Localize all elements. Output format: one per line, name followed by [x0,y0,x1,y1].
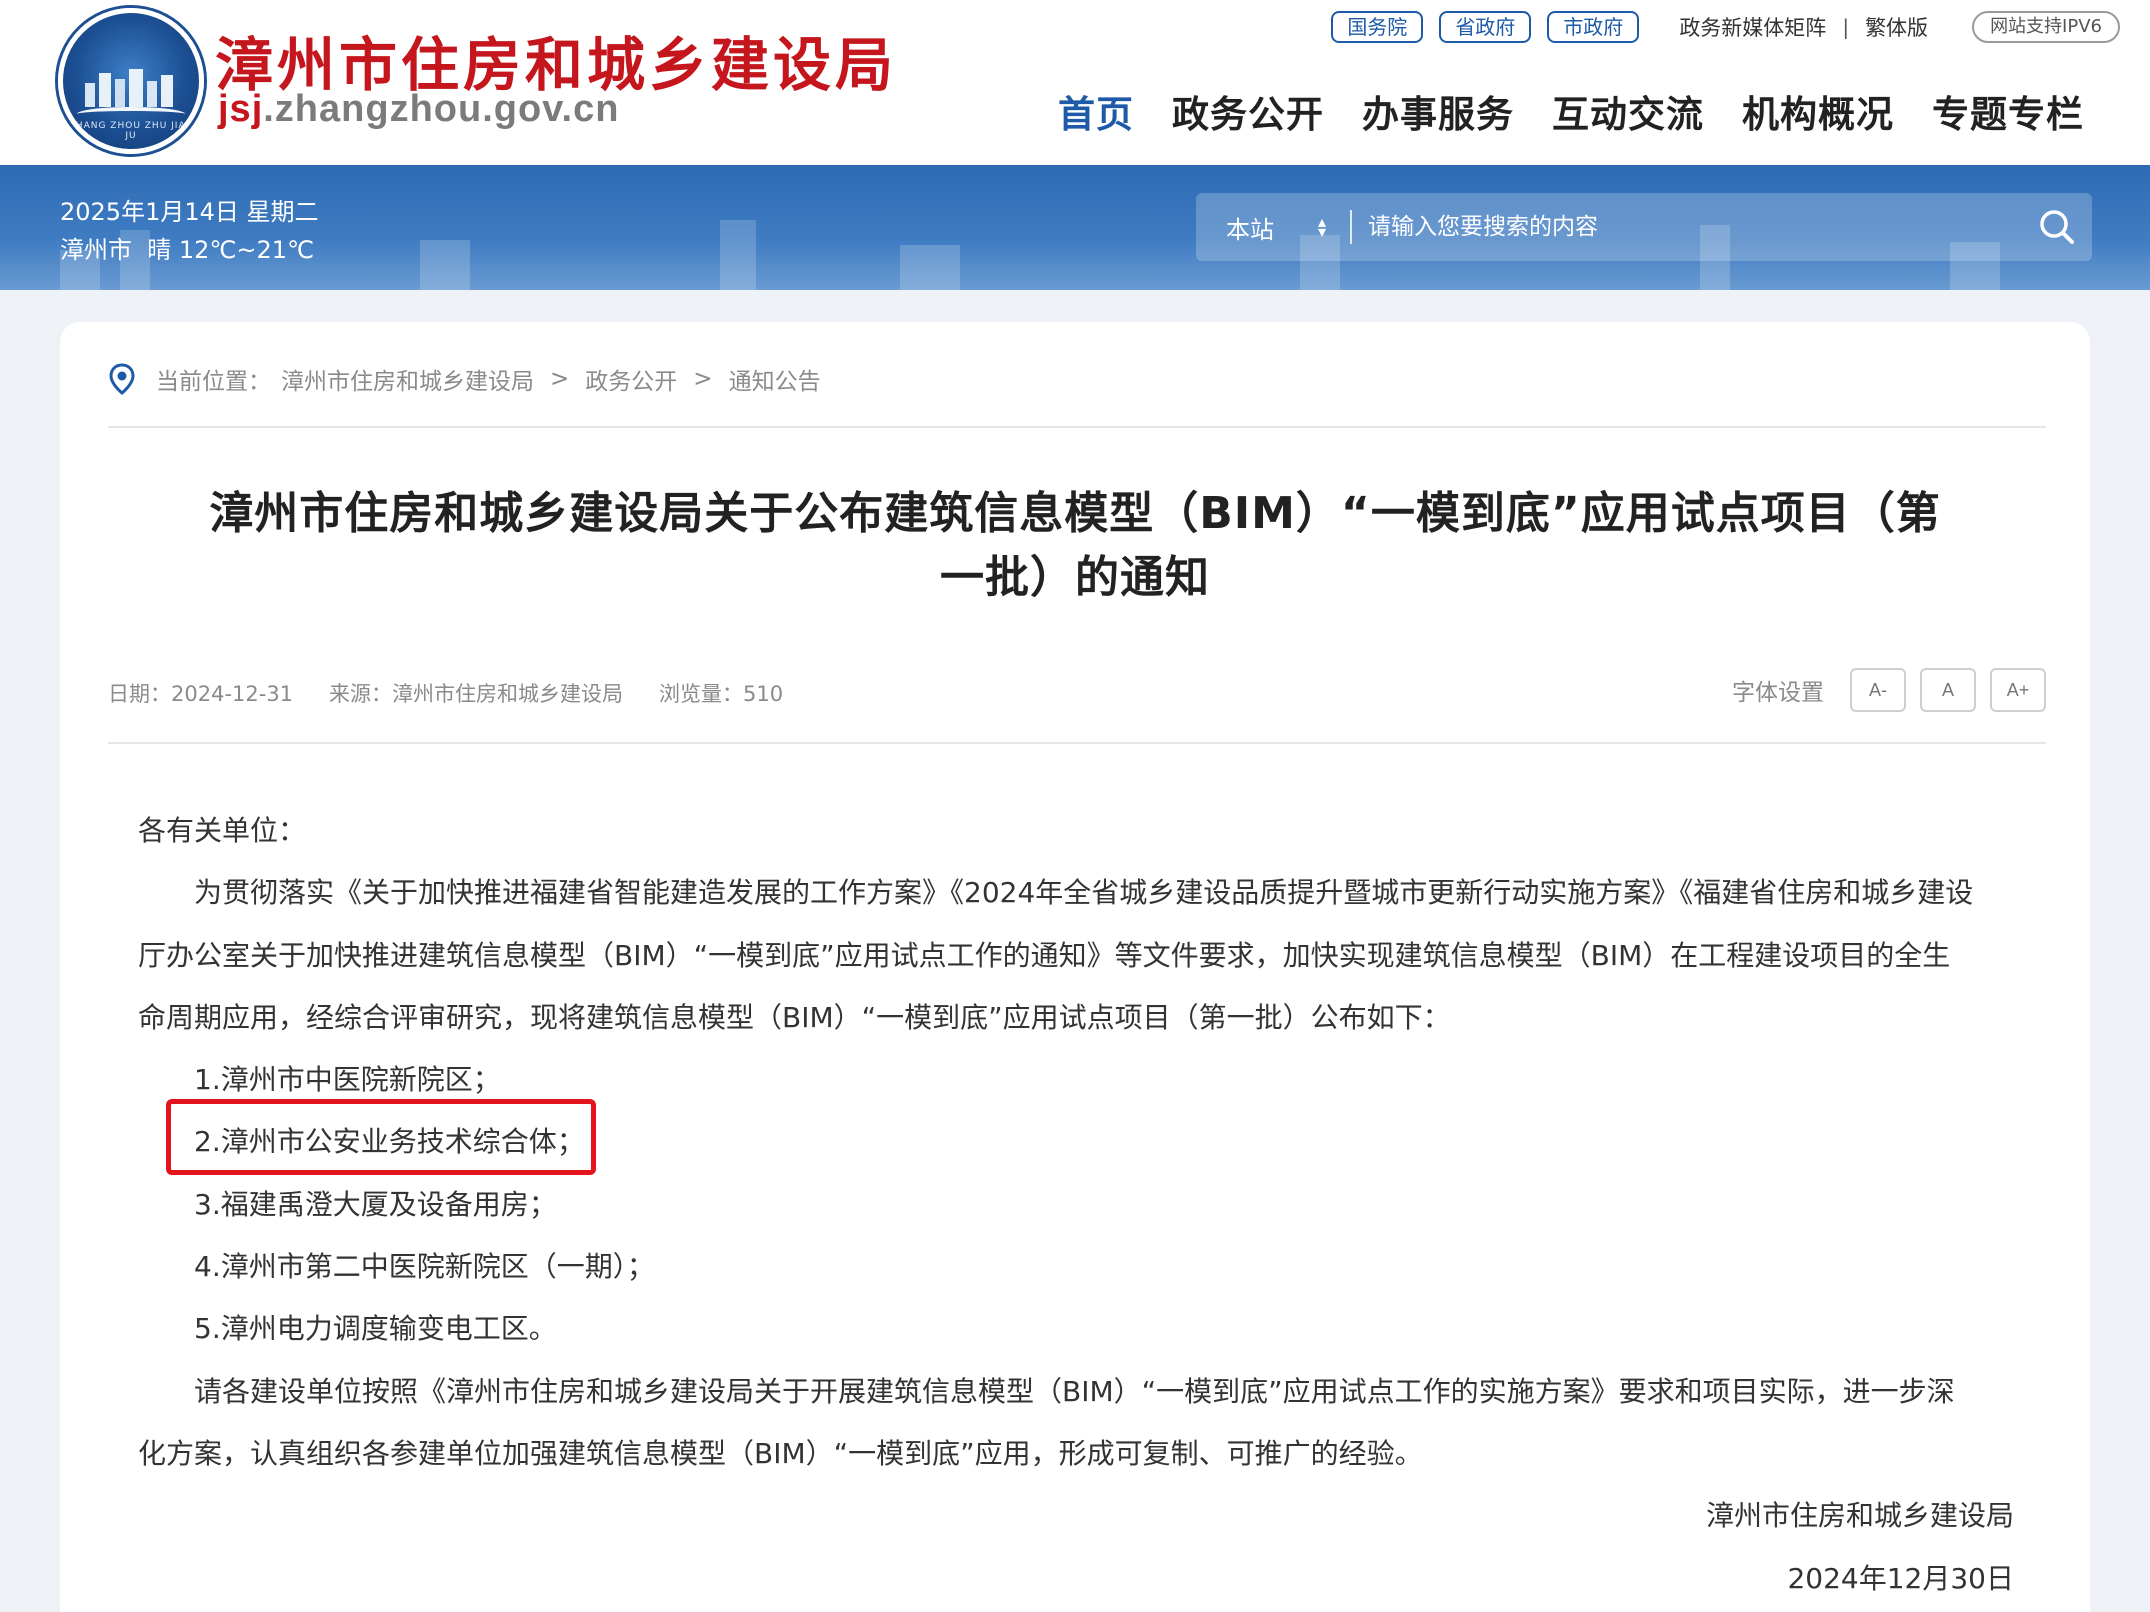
search-input[interactable] [1352,193,2022,261]
salutation: 各有关单位： [138,814,307,847]
search-icon [2040,210,2074,244]
site-domain: jsj.zhangzhou.gov.cn [218,88,619,131]
paragraph-2-line-1: 请各建设单位按照《漳州市住房和城乡建设局关于开展建筑信息模型（BIM）“一模到底… [194,1374,1955,1408]
paragraph-1-line-1: 为贯彻落实《关于加快推进福建省智能建造发展的工作方案》《2024年全省城乡建设品… [194,876,1974,910]
top-separator: | [1842,15,1850,39]
article-title: 漳州市住房和城乡建设局关于公布建筑信息模型（BIM）“一模到底”应用试点项目（第… [150,482,2000,610]
search-scope-value: 本站 [1226,215,1274,244]
project-item-5: 5.漳州电力调度输变电工区。 [194,1312,557,1346]
breadcrumb-separator: > [550,366,570,392]
search-button[interactable] [2022,193,2092,261]
emblem-bridge [77,107,185,121]
main-navigation: 首页 政务公开 办事服务 互动交流 机构概况 专题专栏 [1058,84,2084,138]
emblem-text: ZHANG ZHOU ZHU JIAN JU [68,121,194,141]
font-increase-button[interactable]: A+ [1990,668,2046,712]
article-card: 当前位置： 漳州市住房和城乡建设局 > 政务公开 > 通知公告 漳州市住房和城乡… [60,322,2090,1612]
breadcrumb-separator: > [693,366,713,392]
breadcrumb-item-home[interactable]: 漳州市住房和城乡建设局 [281,362,534,396]
emblem-skyline [81,69,181,107]
project-item-2: 2.漳州市公安业务技术综合体； [194,1125,585,1159]
domain-prefix: jsj [218,88,264,130]
paragraph-1-line-3: 命周期应用，经综合评审研究，现将建筑信息模型（BIM）“一模到底”应用试点项目（… [138,1000,1451,1034]
breadcrumb: 当前位置： 漳州市住房和城乡建设局 > 政务公开 > 通知公告 [108,362,821,396]
location-pin-icon [108,363,136,395]
current-date: 2025年1月14日 星期二 [60,198,319,226]
project-item-3: 3.福建禹澄大厦及设备用房； [194,1187,557,1221]
breadcrumb-item-government-affairs[interactable]: 政务公开 [585,362,677,396]
nav-services[interactable]: 办事服务 [1362,84,1514,138]
article-source: 来源：漳州市住房和城乡建设局 [329,682,624,706]
font-size-settings: 字体设置 A- A A+ [1732,668,2046,712]
search-box: 本站 ▴ ▾ [1196,193,2092,261]
link-provincial-gov[interactable]: 省政府 [1439,11,1532,43]
site-emblem-logo[interactable]: ZHANG ZHOU ZHU JIAN JU [58,8,204,154]
article-title-line1: 漳州市住房和城乡建设局关于公布建筑信息模型（BIM）“一模到底”应用试点项目（第 [209,488,1941,539]
top-links-bar: 国务院 省政府 市政府 政务新媒体矩阵 | 繁体版 网站支持IPV6 [1331,10,2120,44]
signature: 漳州市住房和城乡建设局 [1705,1499,2014,1533]
project-item-1: 1.漳州市中医院新院区； [194,1063,501,1097]
article-meta: 日期：2024-12-31 来源：漳州市住房和城乡建设局 浏览量：510 [108,678,783,708]
search-scope-select[interactable]: 本站 ▴ ▾ [1196,210,1352,244]
nav-organization[interactable]: 机构概况 [1742,84,1894,138]
domain-rest: .zhangzhou.gov.cn [263,88,620,130]
link-traditional-chinese[interactable]: 繁体版 [1865,12,1928,42]
date-weather: 2025年1月14日 星期二 漳州市 晴 12℃~21℃ [60,193,319,269]
article-body: 各有关单位： 为贯彻落实《关于加快推进福建省智能建造发展的工作方案》《2024年… [138,800,2014,1610]
font-default-button[interactable]: A [1920,668,1976,712]
font-setting-label: 字体设置 [1732,680,1824,706]
nav-government-affairs[interactable]: 政务公开 [1172,84,1324,138]
nav-special-topics[interactable]: 专题专栏 [1932,84,2084,138]
paragraph-2-line-2: 化方案，认真组织各参建单位加强建筑信息模型（BIM）“一模到底”应用，形成可复制… [138,1436,1423,1470]
font-decrease-button[interactable]: A- [1850,668,1906,712]
breadcrumb-divider [108,426,2046,428]
meta-divider [108,742,2046,744]
nav-interaction[interactable]: 互动交流 [1552,84,1704,138]
breadcrumb-item-notices[interactable]: 通知公告 [729,362,821,396]
link-city-gov[interactable]: 市政府 [1547,11,1640,43]
link-state-council[interactable]: 国务院 [1331,11,1424,43]
breadcrumb-label: 当前位置： [156,369,271,395]
link-media-matrix[interactable]: 政务新媒体矩阵 [1679,12,1826,42]
signature-date: 2024年12月30日 [1787,1561,2014,1595]
view-count: 浏览量：510 [659,682,784,706]
article-title-line2: 一批）的通知 [940,552,1210,603]
project-item-4: 4.漳州市第二中医院新院区（一期）； [194,1250,655,1284]
site-header: ZHANG ZHOU ZHU JIAN JU 漳州市住房和城乡建设局 jsj.z… [0,0,2150,165]
sort-arrows-icon: ▴ ▾ [1318,212,1327,241]
publish-date: 日期：2024-12-31 [108,682,294,706]
search-banner: 2025年1月14日 星期二 漳州市 晴 12℃~21℃ 本站 ▴ ▾ [0,165,2150,290]
ipv6-badge: 网站支持IPV6 [1972,11,2120,43]
nav-home[interactable]: 首页 [1058,84,1134,138]
paragraph-1-line-2: 厅办公室关于加快推进建筑信息模型（BIM）“一模到底”应用试点工作的通知》等文件… [138,938,1951,972]
weather-info: 漳州市 晴 12℃~21℃ [60,236,314,264]
